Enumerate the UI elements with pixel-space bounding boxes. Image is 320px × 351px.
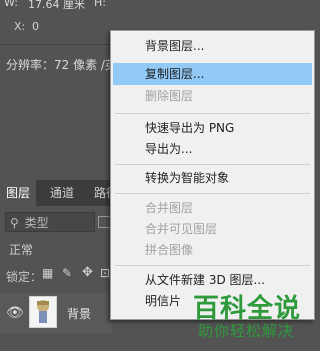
height-label: H: [94,0,106,9]
watermark-subtitle: 助你轻松解决 [198,322,295,340]
width-label: W: [4,0,18,9]
layer-thumbnail [29,296,57,328]
menu-item-merge-layers[interactable]: 合并图层 [111,197,314,219]
tab-layers[interactable]: 图层 [0,180,36,206]
layer-name[interactable]: 背景 [67,305,91,322]
menu-item-delete-layer[interactable]: 删除图层 [111,85,314,107]
menu-item-duplicate-layer[interactable]: 复制图层... [113,63,312,85]
menu-item-quick-export-png[interactable]: 快速导出为 PNG [111,117,314,139]
search-icon: ⚲ [10,216,19,230]
menu-item-convert-smart-object[interactable]: 转换为智能对象 [111,167,314,189]
blend-mode-select[interactable]: 正常 [5,240,112,260]
layer-context-menu: 背景图层... 复制图层... 删除图层 快速导出为 PNG 导出为... 转换… [110,30,315,320]
menu-separator [115,265,310,266]
lock-transparent-icon[interactable]: ▦ [42,266,53,280]
properties-divider [0,44,112,45]
layers-tabbar: 图层 通道 路径 [0,180,118,206]
width-value[interactable]: 17.64 厘米 [28,0,85,12]
tab-channels[interactable]: 通道 [44,180,80,206]
filter-type-label: 类型 [24,216,49,230]
lock-artboard-icon[interactable]: ⊡ [100,266,110,280]
visibility-eye-icon[interactable]: 👁 [6,305,24,321]
x-value[interactable]: 0 [32,20,39,33]
menu-item-background-layer[interactable]: 背景图层... [111,35,314,57]
menu-separator [115,193,310,194]
menu-separator [115,164,310,165]
layer-filter-select[interactable]: ⚲ 类型 [5,212,95,232]
x-label: X: [14,20,26,33]
menu-separator [115,113,310,114]
resolution-text: 分辨率：72 像素 /英 [6,58,117,72]
lock-paint-icon[interactable]: ✎ [62,266,72,280]
menu-item-export-as[interactable]: 导出为... [111,138,314,160]
lock-label: 锁定： [6,270,43,284]
lock-move-icon[interactable]: ✥ [82,265,93,280]
character-thumbnail-icon [37,300,49,323]
menu-item-merge-visible[interactable]: 合并可见图层 [111,218,314,240]
menu-item-flatten-image[interactable]: 拼合图像 [111,239,314,261]
